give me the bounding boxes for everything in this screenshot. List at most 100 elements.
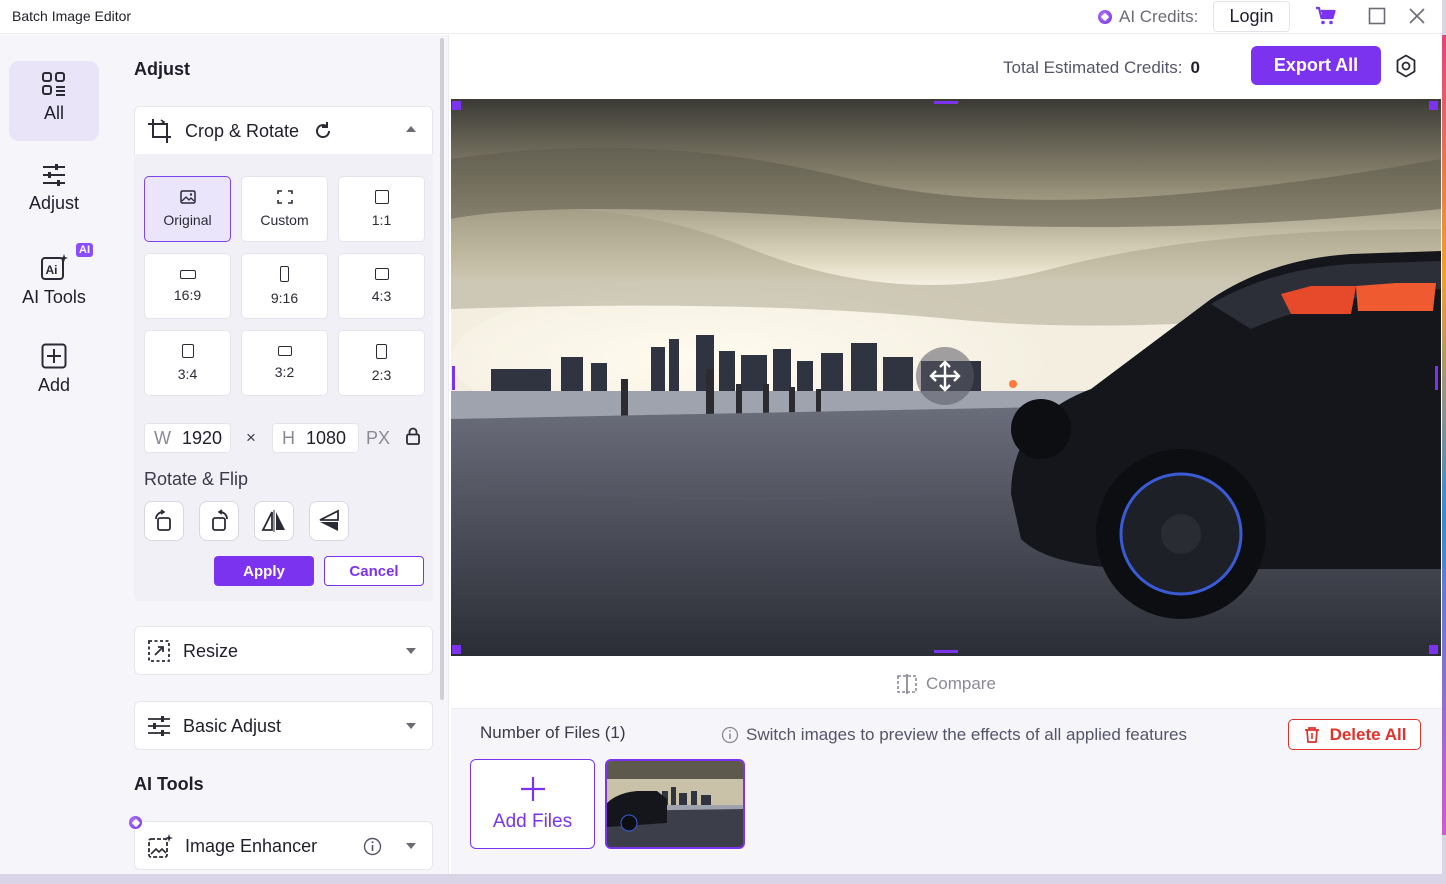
settings-icon[interactable] (1394, 54, 1418, 83)
crop-handle-top-left[interactable] (452, 101, 461, 110)
total-credits: Total Estimated Credits: 0 (1003, 58, 1200, 78)
lock-icon[interactable] (405, 427, 421, 450)
enhance-icon (148, 834, 173, 858)
ratio-2-3[interactable]: 2:3 (338, 330, 425, 396)
height-key: H (282, 427, 295, 448)
crop-handle-bottom[interactable] (934, 650, 958, 653)
compare-icon (897, 674, 917, 694)
files-count: Number of Files (1) (480, 723, 626, 742)
ratio-shape-icon (280, 266, 289, 282)
crop-rotate-header[interactable]: Crop & Rotate (135, 107, 434, 155)
crop-handle-top-right[interactable] (1429, 101, 1438, 110)
cart-icon[interactable] (1314, 5, 1338, 27)
add-files-label: Add Files (492, 811, 573, 832)
crop-rotate-card[interactable]: Crop & Rotate (134, 106, 433, 155)
svg-text:Ai: Ai (46, 263, 58, 277)
basic-adjust-label: Basic Adjust (183, 715, 282, 736)
ratio-shape-icon (181, 344, 194, 358)
apply-button[interactable]: Apply (214, 556, 314, 586)
file-thumbnail[interactable] (605, 759, 745, 849)
credits-badge-icon (129, 816, 142, 829)
height-input[interactable]: H 1080 (272, 423, 359, 453)
ratio-custom[interactable]: Custom (241, 176, 328, 242)
cancel-button[interactable]: Cancel (324, 556, 424, 586)
sliders-icon (148, 716, 170, 736)
add-files-button[interactable]: Add Files (470, 759, 595, 849)
crop-rotate-title: Crop & Rotate (185, 120, 300, 141)
ratio-original[interactable]: Original (144, 176, 231, 242)
nav-item-ai-tools[interactable]: Ai AI AI Tools (9, 243, 99, 323)
plus-square-icon (41, 343, 67, 369)
flip-vertical-icon (319, 509, 339, 531)
width-input[interactable]: W 1920 (144, 423, 231, 453)
rotate-right-button[interactable] (144, 501, 184, 541)
move-icon (929, 360, 961, 392)
adjust-panel: Adjust Crop & Rotate Original Custom 1:1… (108, 35, 449, 874)
nav-label-add: Add (37, 375, 71, 395)
expand-icon[interactable] (406, 843, 416, 849)
crop-handle-bottom-left[interactable] (452, 645, 461, 654)
compare-label: Compare (926, 674, 996, 693)
rotate-left-icon (212, 509, 228, 531)
crop-handle-left[interactable] (452, 366, 455, 390)
ratio-label: 2:3 (371, 366, 392, 383)
image-enhancer-card[interactable]: Image Enhancer (129, 816, 434, 870)
crop-handle-top[interactable] (934, 101, 958, 104)
crop-handle-bottom-right[interactable] (1429, 645, 1438, 654)
login-button[interactable]: Login (1213, 1, 1290, 32)
basic-adjust-card[interactable]: Basic Adjust (134, 701, 433, 750)
expand-icon[interactable] (406, 723, 416, 729)
left-nav: All Adjust Ai AI AI Tools Add (0, 35, 108, 874)
info-icon[interactable] (363, 837, 382, 856)
crop-icon (148, 119, 171, 143)
thumbnail-image (607, 761, 743, 847)
panel-scrollbar[interactable] (440, 38, 444, 700)
plus-icon (520, 777, 545, 801)
ratio-shape-icon (376, 343, 387, 359)
rotate-left-button[interactable] (199, 501, 239, 541)
ratio-shape-icon (277, 346, 292, 356)
resize-label: Resize (183, 640, 239, 661)
ai-credits[interactable]: AI Credits: (1098, 6, 1198, 28)
ai-badge: AI (76, 243, 93, 257)
ratio-shape-icon (374, 190, 389, 204)
ratio-3-2[interactable]: 3:2 (241, 330, 328, 396)
compare-button[interactable]: Compare (896, 673, 996, 695)
ratio-label: 3:4 (177, 366, 198, 382)
ratio-16-9[interactable]: 16:9 (144, 253, 231, 319)
export-all-button[interactable]: Export All (1251, 46, 1381, 85)
maximize-icon[interactable] (1365, 5, 1389, 27)
ai-credits-label: AI Credits: (1119, 7, 1199, 26)
width-value: 1920 (182, 427, 223, 448)
crop-handle-right[interactable] (1435, 366, 1438, 390)
reset-icon[interactable] (313, 121, 333, 141)
collapse-icon[interactable] (406, 126, 416, 132)
move-handle[interactable] (916, 347, 974, 405)
expand-icon[interactable] (406, 648, 416, 654)
height-value: 1080 (306, 427, 347, 448)
nav-item-all[interactable]: All (9, 61, 99, 141)
image-enhancer-header[interactable]: Image Enhancer (135, 822, 434, 870)
ratio-4-3[interactable]: 4:3 (338, 253, 425, 319)
close-icon[interactable] (1405, 5, 1429, 27)
grid-icon (42, 72, 65, 96)
nav-item-add[interactable]: Add (9, 333, 99, 413)
ratio-1-1[interactable]: 1:1 (338, 176, 425, 242)
ratio-3-4[interactable]: 3:4 (144, 330, 231, 396)
basic-adjust-header[interactable]: Basic Adjust (135, 702, 434, 750)
width-key: W (154, 427, 171, 448)
title-bar: Batch Image Editor AI Credits: Login (0, 0, 1442, 34)
sliders-icon (43, 164, 65, 186)
rotate-right-icon (155, 509, 171, 531)
flip-vertical-button[interactable] (309, 501, 349, 541)
flip-horizontal-button[interactable] (254, 501, 294, 541)
resize-header[interactable]: Resize (135, 627, 434, 675)
delete-all-label: Delete All (1329, 724, 1407, 744)
credits-icon (1098, 10, 1112, 24)
nav-item-adjust[interactable]: Adjust (9, 153, 99, 233)
resize-card[interactable]: Resize (134, 626, 433, 675)
delete-all-button[interactable]: Delete All (1288, 719, 1421, 750)
app-title: Batch Image Editor (12, 8, 132, 24)
ratio-label: Original (163, 212, 212, 228)
ratio-9-16[interactable]: 9:16 (241, 253, 328, 319)
